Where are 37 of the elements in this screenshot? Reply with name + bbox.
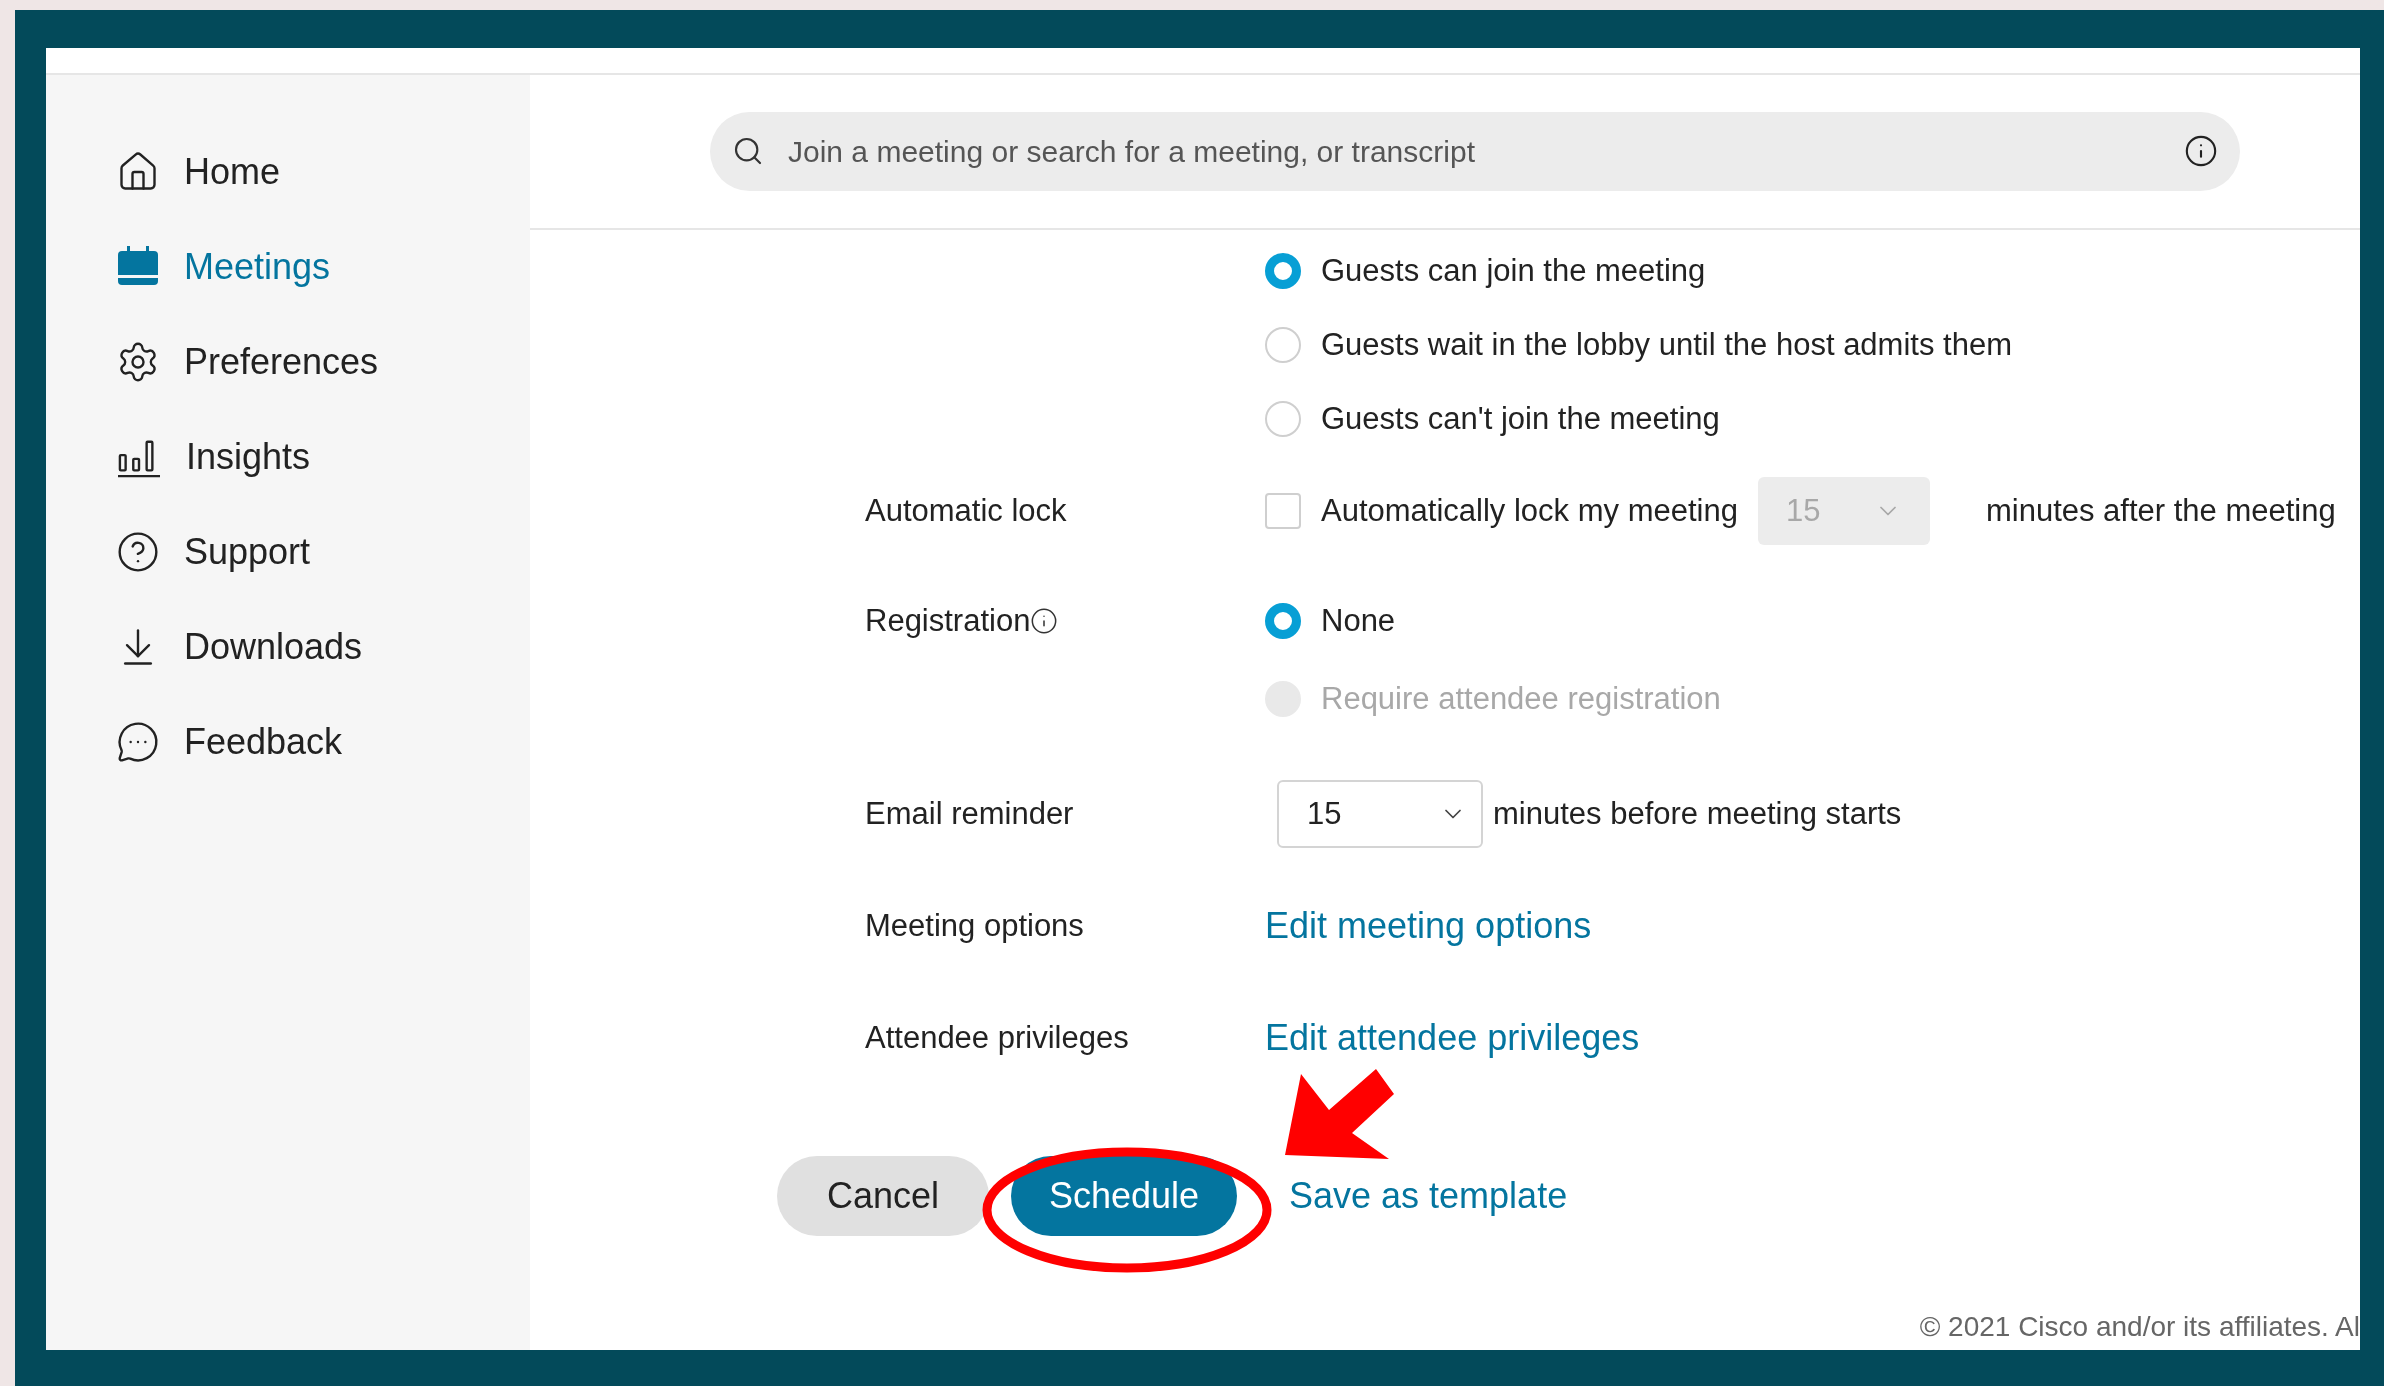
chat-bubble-icon	[116, 720, 160, 764]
field-label: Email reminder	[865, 794, 1074, 833]
radio-label: Guests can join the meeting	[1321, 251, 1706, 290]
sidebar-item[interactable]: Meetings	[116, 242, 530, 292]
field-label: Meeting options	[865, 906, 1084, 945]
radio-label: Require attendee registration	[1321, 679, 1721, 718]
radio-label: None	[1321, 601, 1396, 640]
minutes-dropdown[interactable]: 15	[1277, 780, 1483, 848]
field-label: Automatic lock	[865, 491, 1067, 530]
radio-button[interactable]	[1265, 603, 1301, 639]
field-label: Attendee privileges	[865, 1018, 1129, 1057]
search-icon	[732, 135, 764, 167]
radio-button[interactable]	[1265, 253, 1301, 289]
save-template-link[interactable]: Save as template	[1289, 1169, 1568, 1223]
radio-button[interactable]	[1265, 327, 1301, 363]
radio-label: Guests wait in the lobby until the host admits them	[1321, 325, 2012, 364]
sidebar-item[interactable]: Preferences	[116, 337, 530, 387]
sidebar-item[interactable]: Support	[116, 527, 530, 577]
suffix-text: minutes after the meeting	[1985, 491, 2336, 530]
help-icon	[116, 530, 160, 574]
checkbox[interactable]	[1265, 493, 1301, 529]
edit-link[interactable]: Edit meeting options	[1265, 899, 1592, 953]
sidebar-item[interactable]: Downloads	[116, 622, 530, 672]
sidebar-item[interactable]: Home	[116, 147, 530, 197]
sidebar-item[interactable]: Feedback	[116, 717, 530, 767]
sidebar-item[interactable]: Insights	[116, 432, 530, 482]
checkbox-label: Automatically lock my meeting	[1321, 491, 1738, 530]
schedule-button[interactable]: Schedule	[1011, 1156, 1237, 1236]
info-icon	[2184, 134, 2218, 168]
cancel-button[interactable]: Cancel	[777, 1156, 989, 1236]
radio-button[interactable]	[1265, 401, 1301, 437]
edit-link[interactable]: Edit attendee privileges	[1265, 1011, 1640, 1065]
suffix-text: minutes before meeting starts	[1493, 794, 1902, 833]
search-field[interactable]: Join a meeting or search for a meeting, or transcript	[710, 112, 2240, 191]
field-label: Registration	[865, 601, 1031, 640]
copyright-text: © 2021 Cisco and/or its affiliates. Al	[1919, 1310, 2360, 1344]
radio-label: Guests can't join the meeting	[1321, 399, 1720, 438]
